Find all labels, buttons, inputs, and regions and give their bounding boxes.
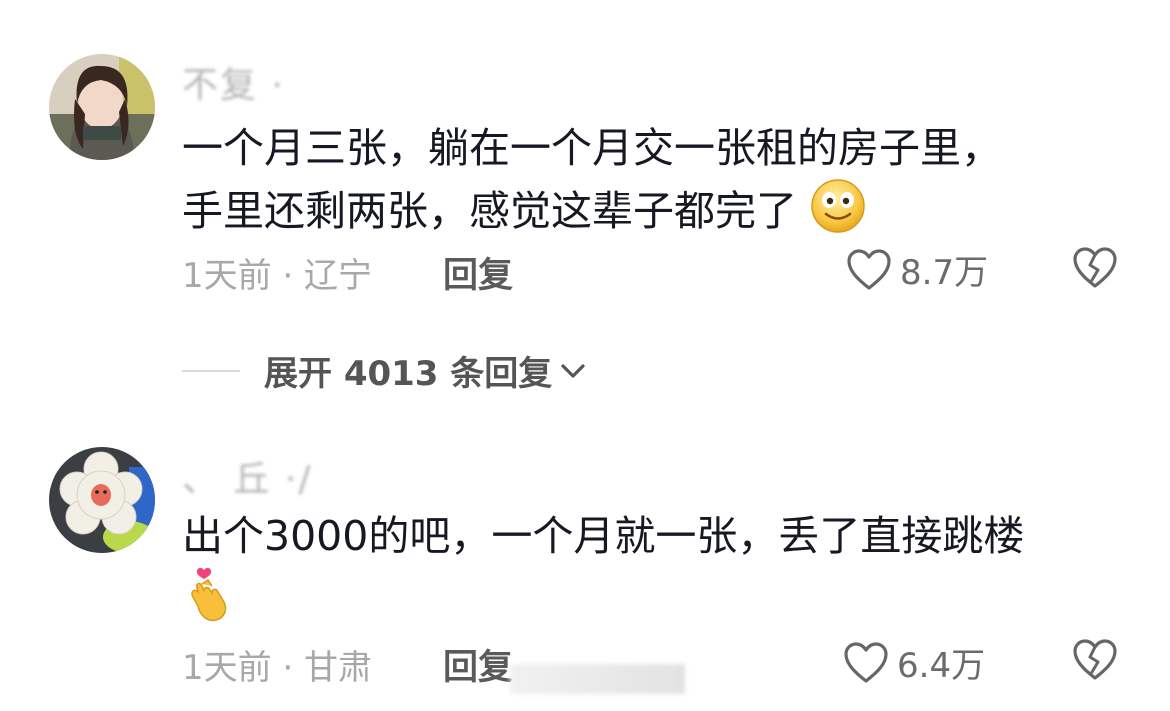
- reply-button[interactable]: 回复: [443, 247, 513, 298]
- watermark-overlay: [510, 664, 685, 694]
- comment-time-location: 1天前 · 甘肃: [182, 648, 373, 688]
- expand-replies-button[interactable]: 展开 4013 条回复: [182, 346, 590, 395]
- like-button[interactable]: 6.4万: [843, 638, 985, 687]
- reply-button[interactable]: 回复: [443, 639, 513, 690]
- comment-line: [182, 566, 1024, 640]
- broken-heart-icon: [1073, 639, 1117, 680]
- like-button[interactable]: 8.7万: [846, 245, 988, 294]
- smile-emoji-icon: [810, 178, 866, 250]
- comment-time-location: 1天前 · 辽宁: [182, 256, 373, 296]
- comment-text: 一个月三张，躺在一个月交一张租的房子里， 手里还剩两张，感觉这辈子都完了: [182, 118, 1002, 250]
- comment-list: 不复 · 一个月三张，躺在一个月交一张租的房子里， 手里还剩两张，感觉这辈子都完…: [0, 0, 1170, 711]
- avatar-image: [49, 54, 155, 160]
- chevron-down-icon: [561, 363, 585, 378]
- like-count: 6.4万: [897, 646, 986, 686]
- heart-icon: [847, 248, 891, 290]
- comment-text: 出个3000的吧，一个月就一张，丢了直接跳楼: [182, 506, 1024, 640]
- comment-line: 一个月三张，躺在一个月交一张租的房子里，: [182, 124, 1002, 172]
- divider-line: [182, 369, 240, 372]
- broken-heart-icon: [1073, 247, 1117, 288]
- avatar-image: [49, 447, 155, 553]
- dislike-button[interactable]: [1072, 246, 1118, 294]
- avatar[interactable]: [49, 54, 155, 160]
- username[interactable]: 、 丘 ·/: [182, 450, 312, 502]
- like-count: 8.7万: [900, 253, 989, 293]
- avatar[interactable]: [49, 447, 155, 553]
- comment-line: 出个3000的吧，一个月就一张，丢了直接跳楼: [182, 512, 1025, 560]
- finger-heart-emoji-icon: [182, 566, 232, 640]
- dislike-button[interactable]: [1072, 638, 1118, 686]
- comment-line: 手里还剩两张，感觉这辈子都完了: [182, 178, 1002, 250]
- username[interactable]: 不复 ·: [182, 56, 285, 108]
- expand-replies-label: 展开 4013 条回复: [264, 354, 553, 394]
- heart-icon: [844, 641, 888, 683]
